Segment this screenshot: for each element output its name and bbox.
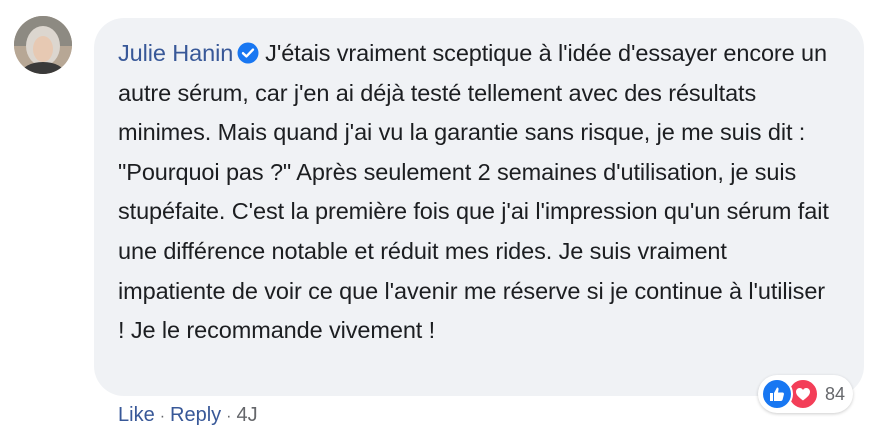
reaction-count: 84 [825,383,846,404]
like-link[interactable]: Like [118,404,155,427]
avatar[interactable] [14,16,72,74]
comment-bubble: Julie Hanin J'étais vraiment sceptique à … [94,18,864,396]
comment-body: Julie Hanin J'étais vraiment sceptique à … [118,34,830,351]
timestamp[interactable]: 4J [237,404,258,427]
separator: · [159,408,166,425]
separator: · [226,408,232,425]
comment-actions: Like · Reply · 4J [118,404,258,427]
reply-link[interactable]: Reply [170,404,221,427]
reactions-summary[interactable]: 84 [758,375,854,413]
author-name[interactable]: Julie Hanin [118,40,233,66]
like-icon [761,378,793,410]
comment-text: J'étais vraiment sceptique à l'idée d'es… [118,40,829,344]
verified-badge-icon [237,37,259,64]
